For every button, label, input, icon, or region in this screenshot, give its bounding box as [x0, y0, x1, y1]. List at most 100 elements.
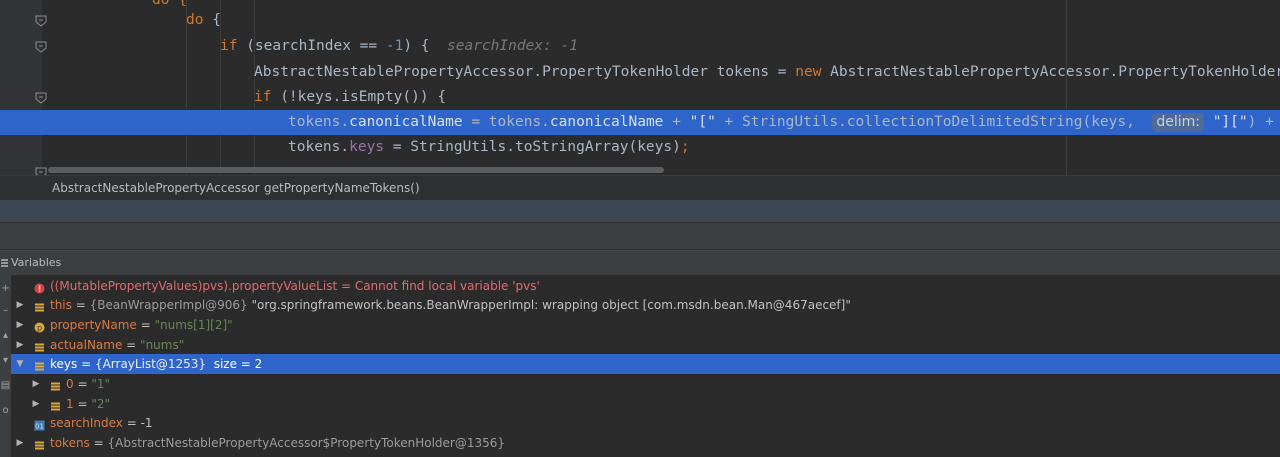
- variable-text: =: [136, 317, 155, 332]
- variables-header: Variables: [0, 250, 1280, 275]
- line-new-holder[interactable]: AbstractNestablePropertyAccessor.Propert…: [0, 60, 1280, 85]
- field-icon: [34, 339, 45, 352]
- svg-text:01: 01: [35, 423, 44, 431]
- variable-text: actualName: [50, 337, 123, 352]
- variable-text: propertyName: [50, 317, 137, 332]
- code-token: if: [254, 89, 272, 105]
- variables-title: Variables: [11, 256, 62, 269]
- debug-panel-separator: [0, 222, 1280, 249]
- variable-text: =: [122, 337, 141, 352]
- fold-marker-icon[interactable]: [35, 167, 47, 175]
- var-actualName[interactable]: ▶ actualName = "nums": [11, 335, 1280, 355]
- fold-marker-icon[interactable]: [35, 41, 47, 53]
- code-token: {: [203, 12, 221, 28]
- variable-text: 0: [66, 377, 74, 391]
- variable-text: {ArrayList@1253}: [94, 357, 207, 372]
- minus-icon[interactable]: –: [0, 305, 11, 317]
- variable-text: {BeanWrapperImpl@906}: [89, 298, 248, 313]
- code-token: ) +: [1247, 114, 1280, 130]
- variable-text: =: [73, 396, 92, 411]
- variable-text: =: [71, 298, 90, 313]
- var-keys-1[interactable]: ▶ 1 = "2": [11, 394, 1280, 414]
- add-icon[interactable]: +: [0, 283, 11, 295]
- variable-text: =: [77, 357, 95, 372]
- variable-text: 1: [66, 396, 74, 411]
- code-token: if: [220, 38, 238, 54]
- code-token: do: [186, 12, 204, 28]
- variable-text: -1: [140, 416, 153, 431]
- param-icon: p: [34, 319, 45, 333]
- variable-text: =: [73, 377, 92, 391]
- expand-arrow-icon[interactable]: ▶: [15, 295, 25, 315]
- expand-arrow-icon[interactable]: ▶: [15, 335, 25, 355]
- field-icon: [34, 299, 45, 312]
- code-token: -1: [385, 38, 404, 54]
- var-propertyName[interactable]: ▶ p propertyName = "nums[1][2]": [11, 315, 1280, 335]
- glasses-icon[interactable]: o: [0, 405, 11, 417]
- down-icon[interactable]: ▾: [0, 355, 11, 367]
- field-icon: [50, 378, 61, 391]
- code-token: +: [663, 114, 690, 130]
- line-do[interactable]: do {: [0, 8, 1280, 33]
- variable-text: "1": [91, 377, 111, 391]
- var-tokens[interactable]: ▶ tokens = {AbstractNestablePropertyAcces…: [11, 433, 1280, 453]
- variable-text: {AbstractNestablePropertyAccessor$Proper…: [107, 436, 506, 451]
- code-token: = StringUtils.toStringArray(keys): [384, 139, 681, 155]
- parameter-hint: delim:: [1152, 113, 1204, 132]
- variable-text: "nums": [140, 337, 185, 352]
- var-this[interactable]: ▶ this = {BeanWrapperImpl@906} "org.sprin…: [11, 295, 1280, 315]
- breadcrumb: AbstractNestablePropertyAccessor › getPr…: [0, 175, 1280, 200]
- expand-arrow-icon[interactable]: ▶: [15, 315, 25, 335]
- variable-text: "nums[1][2]": [154, 317, 233, 332]
- expand-arrow-icon[interactable]: ▶: [31, 374, 41, 394]
- fold-marker-icon[interactable]: [35, 15, 47, 27]
- var-keys-0[interactable]: ▶ 0 = "1": [11, 374, 1280, 394]
- expand-arrow-icon[interactable]: ▶: [15, 433, 25, 453]
- breadcrumb-method[interactable]: getPropertyNameTokens(): [264, 176, 420, 200]
- collapse-arrow-icon[interactable]: ▼: [15, 354, 25, 374]
- code-token: AbstractNestablePropertyAccessor.Propert…: [821, 64, 1280, 80]
- field-icon: [50, 398, 61, 411]
- expand-arrow-icon[interactable]: ▶: [31, 394, 41, 414]
- code-token: tokens.: [288, 139, 350, 155]
- breadcrumb-class[interactable]: AbstractNestablePropertyAccessor: [52, 176, 260, 200]
- svg-text:p: p: [37, 323, 42, 332]
- code-token: AbstractNestablePropertyAccessor.Propert…: [254, 64, 796, 80]
- error-icon: [34, 280, 45, 293]
- horizontal-scrollbar[interactable]: [48, 167, 664, 173]
- code-token: keys: [349, 139, 385, 155]
- variables-tree[interactable]: ((MutablePropertyValues)pvs).propertyVal…: [11, 275, 1280, 457]
- line-canonical[interactable]: tokens.canonicalName = tokens.canonicalN…: [0, 110, 1280, 135]
- code-token: "][": [1212, 114, 1248, 130]
- line-if-search[interactable]: if (searchIndex == -1) { searchIndex: -1: [0, 34, 1280, 59]
- field-icon: [34, 358, 45, 371]
- var-searchIndex[interactable]: 01 searchIndex = -1: [11, 413, 1280, 433]
- code-token: = tokens.: [462, 114, 550, 130]
- code-token: tokens.: [288, 114, 350, 130]
- code-token: canonicalName: [349, 114, 463, 130]
- variable-text: keys: [50, 357, 78, 372]
- line-if-keys[interactable]: if (!keys.isEmpty()) {: [0, 85, 1280, 110]
- variable-text: this: [50, 298, 72, 313]
- variable-text: searchIndex: [50, 416, 123, 431]
- fold-marker-icon[interactable]: [35, 92, 47, 104]
- var-pvs-error[interactable]: ((MutablePropertyValues)pvs).propertyVal…: [11, 276, 1280, 296]
- menu-icon[interactable]: [1, 259, 8, 267]
- copy-icon[interactable]: ▤: [0, 380, 11, 392]
- variable-text: size = 2: [206, 357, 263, 372]
- code-token: (searchIndex ==: [237, 38, 386, 54]
- primitive-icon: 01: [34, 417, 45, 431]
- line-keys[interactable]: tokens.keys = StringUtils.toStringArray(…: [0, 135, 1280, 160]
- code-token: searchIndex: -1: [447, 38, 578, 54]
- up-icon[interactable]: ▴: [0, 330, 11, 342]
- code-token: do {: [152, 0, 187, 8]
- field-icon: [34, 437, 45, 450]
- variable-text: "org.springframework.beans.BeanWrapperIm…: [247, 298, 851, 313]
- variable-text: =: [89, 436, 108, 451]
- code-token: "[": [689, 114, 716, 130]
- code-token: canonicalName: [549, 114, 664, 130]
- var-keys[interactable]: ▼ keys = {ArrayList@1253} size = 2: [11, 354, 1280, 375]
- variable-text: "2": [91, 396, 111, 411]
- code-editor[interactable]: do {do {if (searchIndex == -1) { searchI…: [0, 0, 1280, 175]
